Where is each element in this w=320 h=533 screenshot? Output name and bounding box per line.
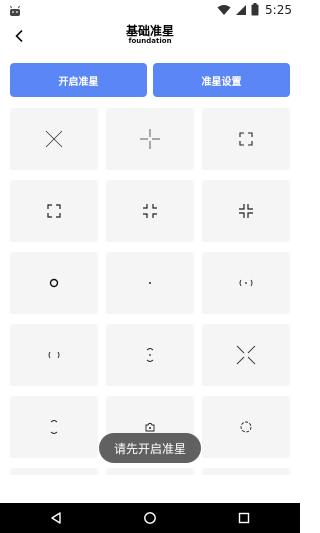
crosshair-dashed-circle-tile[interactable] [202, 396, 290, 458]
status-bar: 5:25 [0, 0, 300, 20]
crosshair-circle-icon [49, 278, 59, 288]
crosshair-corners-small-tile[interactable] [202, 108, 290, 170]
crosshair-vertical-brackets-tile[interactable] [10, 396, 98, 458]
crosshair-corners-large-tile[interactable] [10, 180, 98, 242]
crosshair-x-large-icon [236, 345, 256, 365]
nav-home-button[interactable] [142, 510, 158, 526]
crosshair-plus-icon [140, 129, 160, 149]
crosshair-corners-inward-tile[interactable] [106, 180, 194, 242]
crosshair-dot-brackets-icon [239, 279, 253, 287]
crosshair-x-large-tile[interactable] [202, 324, 290, 386]
square-recents-icon [238, 512, 250, 524]
crosshair-dot-arrows-tile[interactable] [202, 468, 290, 475]
toast-message: 请先开启准星 [99, 433, 201, 463]
wifi-icon [217, 1, 231, 20]
signal-icon [235, 1, 247, 20]
crosshair-settings-button[interactable]: 准星设置 [153, 63, 290, 97]
crosshair-dot-icon [149, 282, 151, 284]
crosshair-bracket-dot-vertical-icon [146, 348, 154, 362]
crosshair-corners-inward-alt-icon [239, 204, 253, 218]
crosshair-dashed-circle-icon [240, 421, 252, 433]
status-time: 5:25 [265, 3, 292, 17]
crosshair-corners-small-icon [239, 132, 253, 146]
crosshair-dot-small-alt-tile[interactable] [106, 468, 194, 475]
circle-home-icon [144, 512, 156, 524]
crosshair-circle-tile[interactable] [10, 252, 98, 314]
battery-icon [251, 1, 259, 20]
nav-recents-button[interactable] [236, 510, 252, 526]
crosshair-grid [10, 108, 290, 475]
crosshair-dot-small-tile[interactable] [10, 468, 98, 475]
app-header: 基础准星 foundation [0, 20, 300, 56]
system-nav-bar [0, 503, 300, 533]
crosshair-dot-tile[interactable] [106, 252, 194, 314]
crosshair-bracket-dot-vertical-tile[interactable] [106, 324, 194, 386]
crosshair-dot-brackets-tile[interactable] [202, 252, 290, 314]
android-notification-icon [8, 3, 22, 17]
crosshair-vertical-brackets-icon [50, 420, 58, 434]
enable-crosshair-button[interactable]: 开启准星 [10, 63, 147, 97]
status-indicators: 5:25 [217, 2, 292, 18]
nav-back-button[interactable] [48, 510, 64, 526]
triangle-back-icon [51, 512, 61, 524]
crosshair-x-icon [45, 130, 63, 148]
crosshair-camera-icon [145, 423, 155, 432]
crosshair-x-tile[interactable] [10, 108, 98, 170]
crosshair-plus-tile[interactable] [106, 108, 194, 170]
crosshair-corners-inward-alt-tile[interactable] [202, 180, 290, 242]
crosshair-brackets-icon [48, 351, 60, 359]
page-subtitle: foundation [128, 37, 172, 45]
crosshair-corners-large-icon [47, 204, 61, 218]
crosshair-corners-inward-icon [143, 204, 157, 218]
crosshair-brackets-tile[interactable] [10, 324, 98, 386]
